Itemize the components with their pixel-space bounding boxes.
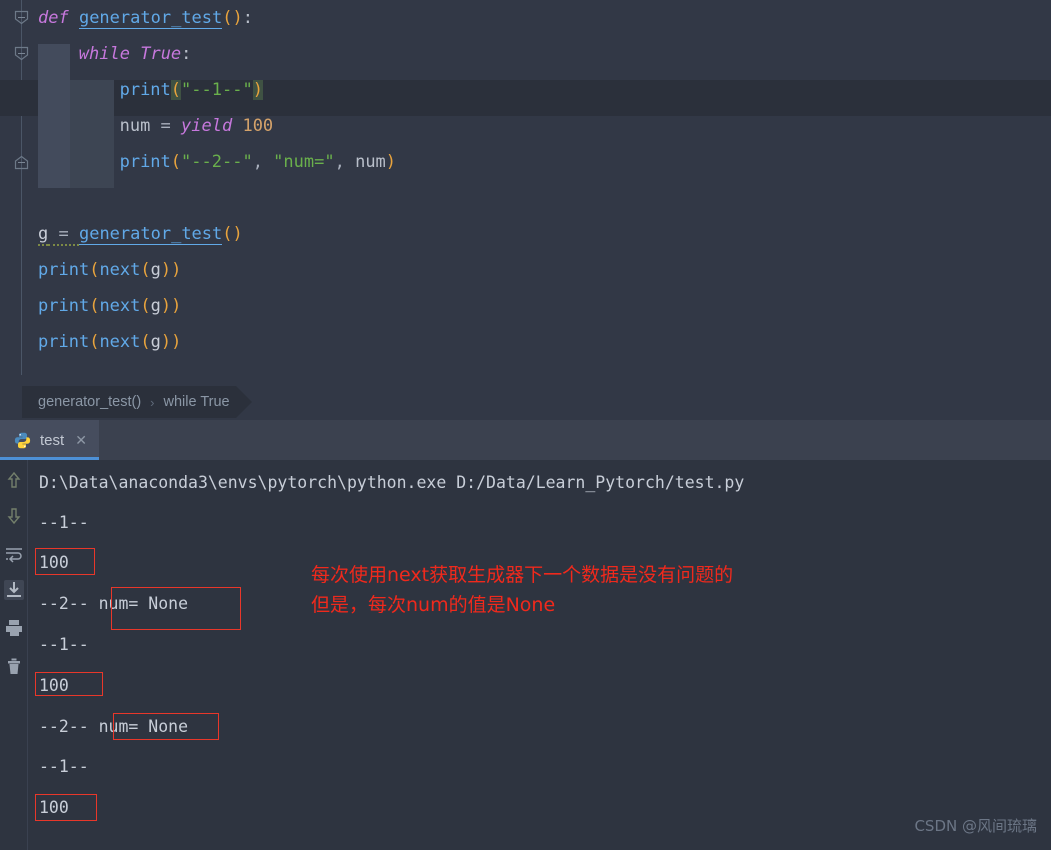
code-token: :	[181, 44, 192, 64]
trash-icon[interactable]	[4, 656, 24, 676]
annotation-line-2: 但是，每次num的值是None	[311, 594, 556, 616]
code-token: (	[140, 296, 151, 316]
code-token: (	[89, 260, 100, 280]
fold-minus-bar	[18, 162, 25, 163]
code-token: def	[38, 8, 79, 28]
code-token: g	[150, 260, 161, 280]
code-token: )	[171, 260, 182, 280]
tab-test[interactable]: test ✕	[0, 420, 99, 460]
close-icon[interactable]: ✕	[75, 433, 87, 447]
code-token: next	[99, 332, 141, 352]
code-token: ,	[252, 152, 274, 172]
run-console: D:\Data\anaconda3\envs\pytorch\python.ex…	[0, 460, 1051, 850]
code-token: num	[355, 152, 386, 172]
code-line: print("--2--", "num=", num)	[120, 144, 396, 180]
code-line: print("--1--")	[120, 72, 263, 108]
code-token: generator_test	[78, 8, 223, 29]
fold-minus-bar	[18, 17, 25, 18]
python-icon	[14, 432, 31, 449]
code-token: print	[119, 152, 171, 172]
code-token: print	[38, 260, 90, 280]
code-line: while True:	[79, 36, 192, 72]
code-token: while	[78, 44, 141, 64]
code-token: ,	[334, 152, 356, 172]
code-token: generator_test	[78, 224, 223, 245]
breadcrumb-item-while[interactable]: while True	[164, 394, 230, 410]
ide-window: def generator_test(): while True: print("-…	[0, 0, 1051, 850]
run-tool-tabbar: test ✕	[0, 420, 1051, 460]
print-icon[interactable]	[4, 618, 24, 638]
code-token: num	[119, 116, 161, 136]
console-output[interactable]: D:\Data\anaconda3\envs\pytorch\python.ex…	[27, 460, 1051, 850]
code-token: (	[140, 260, 151, 280]
code-token: (	[89, 332, 100, 352]
code-token: 100	[242, 116, 274, 136]
code-line: print(next(g))	[38, 288, 181, 324]
code-token: print	[119, 80, 171, 100]
code-line: g = generator_test()	[38, 216, 243, 252]
code-token: (	[89, 296, 100, 316]
tab-label: test	[40, 431, 65, 449]
code-token: =	[160, 116, 182, 136]
code-token: print	[38, 332, 90, 352]
code-token: (	[222, 224, 233, 244]
code-line: num = yield 100	[120, 108, 274, 144]
code-token: g	[150, 332, 161, 352]
breadcrumb[interactable]: generator_test() › while True	[22, 386, 252, 418]
code-token: "--2--"	[181, 152, 253, 172]
code-token: (	[140, 332, 151, 352]
console-toolbar	[0, 460, 27, 850]
code-line: print(next(g))	[38, 252, 181, 288]
code-token: )	[232, 224, 243, 244]
code-line: def generator_test():	[38, 0, 253, 36]
annotation-line-1: 每次使用next获取生成器下一个数据是没有问题的	[311, 564, 734, 586]
code-token: )	[171, 296, 182, 316]
code-token: :	[242, 8, 253, 28]
code-token: True	[140, 44, 182, 64]
code-token: )	[160, 332, 172, 352]
watermark: CSDN @风间琉璃	[914, 817, 1037, 835]
console-command-line: D:\Data\anaconda3\envs\pytorch\python.ex…	[39, 473, 745, 492]
console-line: 100	[39, 798, 69, 817]
code-token: )	[171, 332, 182, 352]
soft-wrap-icon[interactable]	[4, 544, 24, 564]
console-line: 100	[39, 676, 69, 695]
fold-marker-while[interactable]	[14, 46, 29, 61]
code-token: (	[222, 8, 233, 28]
console-line: --2-- num= None	[39, 717, 189, 736]
fold-marker-end[interactable]	[14, 155, 29, 170]
code-editor[interactable]: def generator_test(): while True: print("-…	[0, 0, 1051, 420]
code-token: g	[150, 296, 161, 316]
scroll-down-icon[interactable]	[4, 506, 24, 526]
scroll-to-end-icon[interactable]	[4, 580, 24, 600]
code-token: print	[38, 296, 90, 316]
code-token: g	[38, 224, 49, 246]
console-line: --1--	[39, 757, 89, 776]
code-token: )	[160, 260, 172, 280]
code-token: next	[99, 260, 141, 280]
breadcrumb-item-function[interactable]: generator_test()	[38, 394, 141, 410]
code-token: (	[170, 80, 182, 100]
code-token: =	[48, 224, 79, 246]
code-text-area[interactable]: def generator_test(): while True: print("-…	[30, 0, 1051, 375]
scroll-up-icon[interactable]	[4, 470, 24, 490]
breadcrumb-separator-icon: ›	[150, 394, 155, 410]
console-line: --1--	[39, 513, 89, 532]
fold-marker-def[interactable]	[14, 10, 29, 25]
code-token: )	[385, 152, 397, 172]
code-token: )	[252, 80, 263, 100]
code-token: (	[170, 152, 182, 172]
code-token: yield	[181, 116, 243, 136]
code-token: )	[232, 8, 243, 28]
code-token: next	[99, 296, 141, 316]
code-line: print(next(g))	[38, 324, 181, 360]
fold-minus-bar	[18, 53, 25, 54]
console-line: --1--	[39, 635, 89, 654]
editor-gutter[interactable]	[0, 0, 30, 420]
code-token: "num="	[273, 152, 335, 172]
console-line: --2-- num= None	[39, 594, 189, 613]
code-token: )	[160, 296, 172, 316]
console-line: 100	[39, 553, 69, 572]
code-token: "--1--"	[181, 80, 253, 100]
